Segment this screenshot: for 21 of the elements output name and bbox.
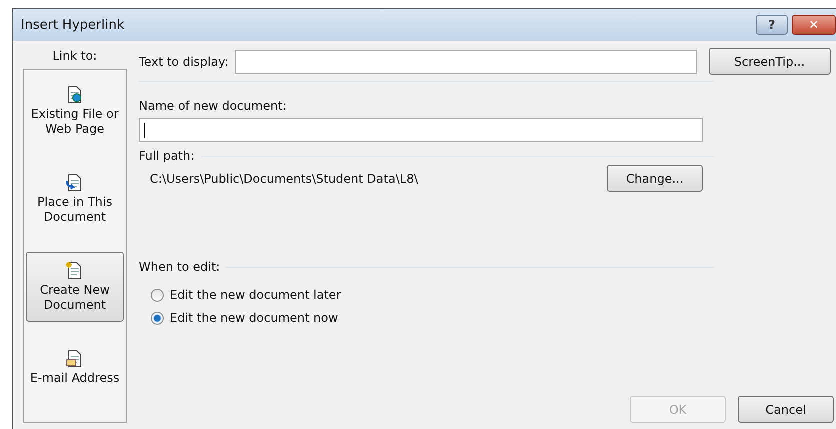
link-to-label: Link to: (52, 49, 98, 63)
when-to-edit-label: When to edit: (139, 260, 220, 274)
text-to-display-field[interactable] (234, 50, 697, 74)
radio-button[interactable] (151, 312, 164, 324)
full-path-label: Full path: (139, 149, 195, 163)
text-to-display-label: Text to display: (139, 54, 229, 68)
help-button[interactable]: ? (756, 15, 788, 35)
name-of-new-document-label: Name of new document: (139, 99, 288, 113)
full-path-value: C:\Users\Public\Documents\Student Data\L8\ (150, 172, 418, 186)
window-title: Insert Hyperlink (21, 18, 124, 32)
radio-label: Edit the new document now (170, 311, 338, 325)
document-name-field[interactable] (139, 118, 703, 142)
change-button[interactable]: Change... (607, 165, 703, 192)
radio-label: Edit the new document later (170, 288, 342, 302)
cancel-button[interactable]: Cancel (738, 396, 834, 423)
link-type-item[interactable]: E-mail Address (26, 340, 124, 395)
link-type-item[interactable]: Place in This Document (26, 164, 124, 234)
link-type-item[interactable]: Create New Document (26, 252, 124, 322)
link-type-item[interactable]: Existing File or Web Page (26, 76, 124, 146)
screentip-button[interactable]: ScreenTip... (708, 48, 831, 75)
radio-button[interactable] (151, 288, 164, 302)
